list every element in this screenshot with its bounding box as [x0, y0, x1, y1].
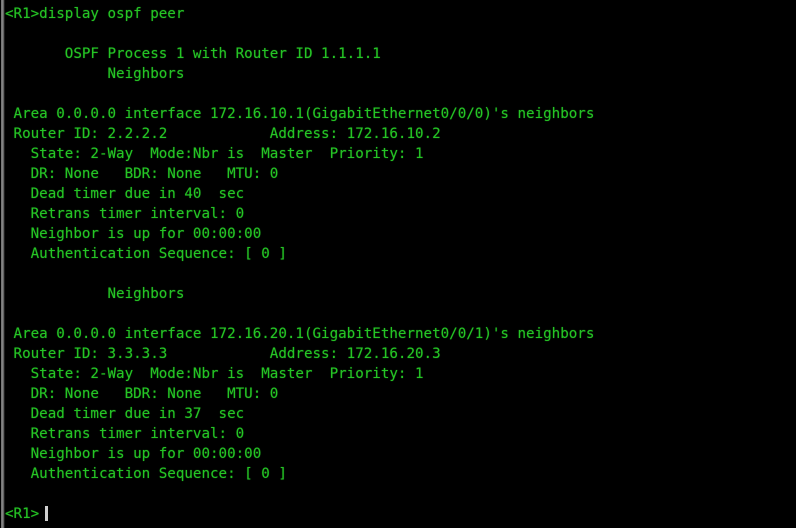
auth-line-2: Authentication Sequence: [ 0 ]	[5, 464, 287, 484]
terminal-screen[interactable]: <R1>display ospf peer OSPF Process 1 wit…	[0, 0, 796, 528]
dead-timer-line-1: Dead timer due in 40 sec	[5, 184, 245, 204]
terminal-line-text: Area 0.0.0.0 interface 172.16.10.1(Gigab…	[5, 106, 595, 122]
terminal-line-text: Dead timer due in 40 sec	[5, 186, 245, 202]
terminal-line-text: Neighbors	[5, 66, 185, 82]
dead-timer-line-2: Dead timer due in 37 sec	[5, 404, 245, 424]
terminal-line-text: Authentication Sequence: [ 0 ]	[5, 246, 287, 262]
terminal-line-text: Neighbor is up for 00:00:00	[5, 446, 262, 462]
uptime-line-2: Neighbor is up for 00:00:00	[5, 444, 262, 464]
auth-line-1: Authentication Sequence: [ 0 ]	[5, 244, 287, 264]
retrans-line-1: Retrans timer interval: 0	[5, 204, 245, 224]
terminal-line-text: State: 2-Way Mode:Nbr is Master Priority…	[5, 366, 424, 382]
retrans-line-2: Retrans timer interval: 0	[5, 424, 245, 444]
area-line-1: Area 0.0.0.0 interface 172.16.10.1(Gigab…	[5, 104, 595, 124]
terminal-line-text: <R1>	[5, 506, 40, 522]
ospf-process-header: OSPF Process 1 with Router ID 1.1.1.1	[5, 44, 381, 64]
terminal-line-text: State: 2-Way Mode:Nbr is Master Priority…	[5, 146, 424, 162]
terminal-line-text: Router ID: 3.3.3.3 Address: 172.16.20.3	[5, 346, 441, 362]
terminal-line-text: <R1>display ospf peer	[5, 6, 185, 22]
terminal-line-text: Neighbor is up for 00:00:00	[5, 226, 262, 242]
router-id-line-1: Router ID: 2.2.2.2 Address: 172.16.10.2	[5, 124, 441, 144]
state-line-2: State: 2-Way Mode:Nbr is Master Priority…	[5, 364, 424, 384]
terminal-line-text: Retrans timer interval: 0	[5, 206, 245, 222]
final-prompt-line: <R1>	[5, 504, 39, 524]
terminal-line-text: Area 0.0.0.0 interface 172.16.20.1(Gigab…	[5, 326, 595, 342]
state-line-1: State: 2-Way Mode:Nbr is Master Priority…	[5, 144, 424, 164]
router-id-line-2: Router ID: 3.3.3.3 Address: 172.16.20.3	[5, 344, 441, 364]
dr-bdr-mtu-line-1: DR: None BDR: None MTU: 0	[5, 164, 279, 184]
terminal-line-text: DR: None BDR: None MTU: 0	[5, 166, 279, 182]
terminal-line-text: Authentication Sequence: [ 0 ]	[5, 466, 287, 482]
uptime-line-1: Neighbor is up for 00:00:00	[5, 224, 262, 244]
terminal-line-text: Router ID: 2.2.2.2 Address: 172.16.10.2	[5, 126, 441, 142]
dr-bdr-mtu-line-2: DR: None BDR: None MTU: 0	[5, 384, 279, 404]
terminal-line-text: Neighbors	[5, 286, 185, 302]
terminal-window[interactable]: <R1>display ospf peer OSPF Process 1 wit…	[0, 0, 796, 528]
area-line-2: Area 0.0.0.0 interface 172.16.20.1(Gigab…	[5, 324, 595, 344]
text-cursor	[45, 506, 48, 521]
terminal-line-text: Retrans timer interval: 0	[5, 426, 245, 442]
terminal-line-text: OSPF Process 1 with Router ID 1.1.1.1	[5, 46, 381, 62]
neighbors-header-2: Neighbors	[5, 284, 184, 304]
neighbors-header-1: Neighbors	[5, 64, 184, 84]
terminal-line-text: DR: None BDR: None MTU: 0	[5, 386, 279, 402]
command-line: <R1>display ospf peer	[5, 4, 184, 24]
terminal-line-text: Dead timer due in 37 sec	[5, 406, 245, 422]
